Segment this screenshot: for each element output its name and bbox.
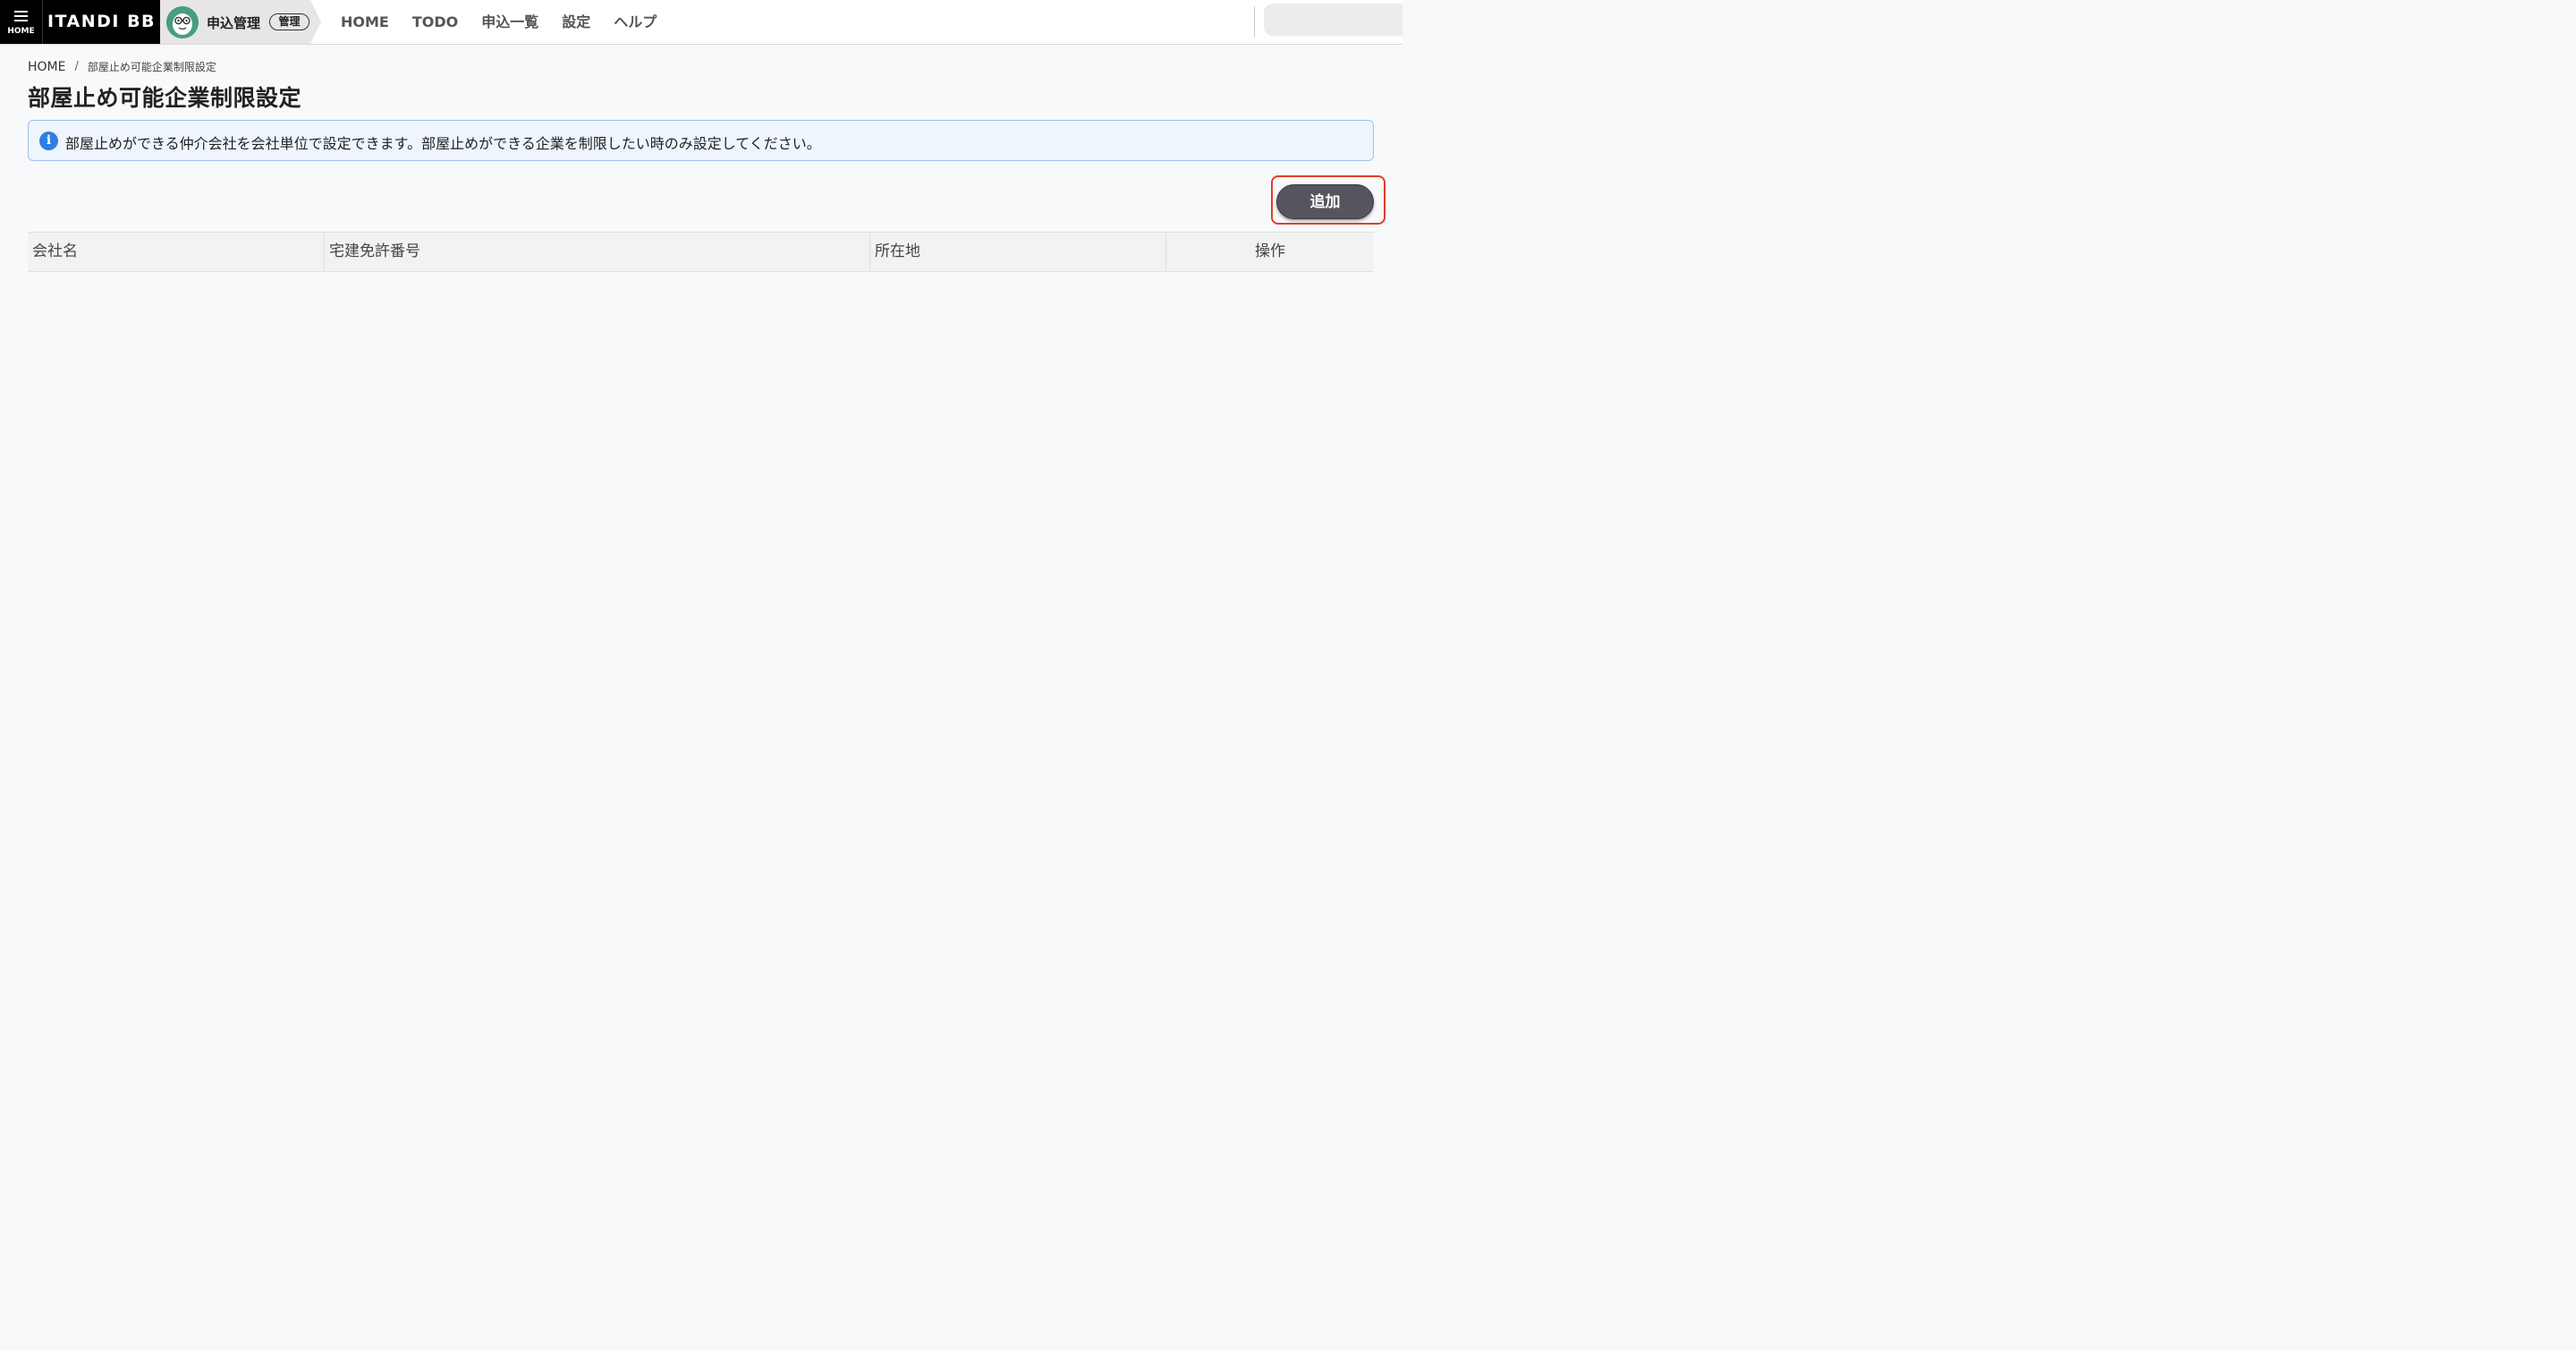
info-alert: i 部屋止めができる仲介会社を会社単位で設定できます。部屋止めができる企業を制限… [28, 120, 1374, 161]
hamburger-menu-button[interactable]: HOME [0, 0, 42, 44]
breadcrumb: HOME / 部屋止め可能企業制限設定 [28, 59, 216, 74]
role-badge: 管理 [269, 13, 309, 30]
nav-settings[interactable]: 設定 [562, 0, 590, 44]
add-button[interactable]: 追加 [1276, 184, 1374, 219]
page-title: 部屋止め可能企業制限設定 [28, 85, 302, 111]
breadcrumb-separator: / [74, 60, 79, 73]
menu-home-label: HOME [7, 27, 35, 36]
column-header-actions: 操作 [1165, 233, 1374, 271]
nav-todo[interactable]: TODO [412, 0, 458, 44]
column-header-company-name: 会社名 [32, 242, 78, 260]
avatar [166, 6, 199, 38]
column-header-license-number: 宅建免許番号 [324, 233, 869, 271]
breadcrumb-home-link[interactable]: HOME [28, 60, 65, 74]
info-icon: i [39, 132, 58, 150]
main-nav: HOME TODO 申込一覧 設定 ヘルプ [341, 0, 680, 44]
nav-application-list[interactable]: 申込一覧 [481, 0, 538, 44]
mascot-icon [166, 6, 199, 38]
column-header-address: 所在地 [869, 233, 1165, 271]
info-message: 部屋止めができる仲介会社を会社単位で設定できます。部屋止めができる企業を制限した… [65, 135, 821, 152]
app-name: 申込管理 [207, 15, 261, 31]
top-navigation-bar: HOME ITANDI BB 申込管理 管理 HOME TODO 申込一覧 設定… [0, 0, 1402, 45]
nav-divider [1254, 6, 1255, 38]
companies-table: 会社名 宅建免許番号 所在地 操作 [28, 232, 1374, 272]
nav-help[interactable]: ヘルプ [614, 0, 657, 44]
breadcrumb-current: 部屋止め可能企業制限設定 [87, 61, 216, 73]
itandi-bb-logo[interactable]: ITANDI BB [42, 0, 160, 44]
hamburger-icon [14, 11, 28, 22]
user-menu[interactable] [1264, 4, 1402, 36]
nav-home[interactable]: HOME [341, 0, 389, 44]
